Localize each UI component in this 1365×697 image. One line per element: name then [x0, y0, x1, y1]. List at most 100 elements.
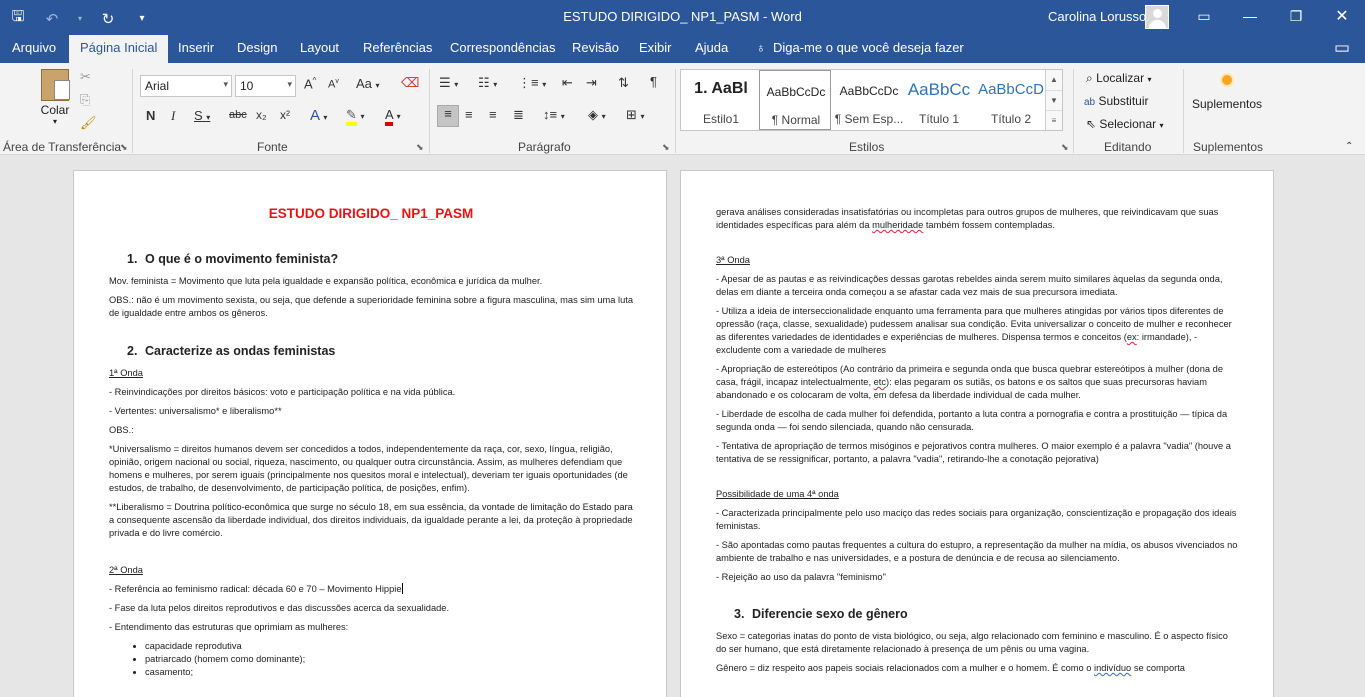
justify-icon[interactable]: ≣ — [513, 107, 524, 123]
tab-design[interactable]: Design — [237, 40, 277, 55]
tab-exibir[interactable]: Exibir — [639, 40, 672, 55]
text-effects-label: A — [310, 107, 320, 124]
style-titulo-2[interactable]: AaBbCcD Título 2 — [975, 70, 1047, 130]
style-preview: AaBbCcDc — [839, 84, 899, 98]
paragraph-launcher-icon[interactable]: ⬊ — [662, 142, 670, 153]
style-name: Estilo1 — [702, 112, 740, 126]
grow-font-button[interactable]: A^ — [304, 76, 316, 91]
styles-gallery: 1. AaBl Estilo1 AaBbCcDc ¶ Normal AaBbCc… — [680, 69, 1063, 131]
tell-me-search[interactable]: ♁ Diga-me o que você deseja fazer — [756, 40, 964, 55]
find-label: Localizar — [1096, 71, 1145, 85]
style-preview: AaBbCcDc — [766, 85, 826, 99]
cursor-icon: ⇖ — [1086, 117, 1097, 131]
document-page-2[interactable]: gerava análises consideradas insatisfató… — [680, 170, 1274, 697]
comments-icon[interactable]: ▭ — [1334, 38, 1350, 58]
find-button[interactable]: ⌕ Localizar ▾ — [1086, 71, 1151, 86]
chevron-down-icon: ▾ — [52, 117, 57, 126]
heading-number: 1. — [127, 252, 138, 266]
search-icon: ⌕ — [1086, 71, 1093, 85]
style-name: ¶ Normal — [771, 113, 821, 127]
minimize-icon[interactable]: — — [1227, 0, 1273, 33]
decrease-indent-icon[interactable]: ⇤ — [562, 75, 573, 91]
replace-button[interactable]: ab Substituir — [1084, 94, 1149, 108]
shrink-font-button[interactable]: Av — [328, 78, 339, 91]
italic-button[interactable]: I — [171, 108, 175, 124]
document-canvas[interactable]: ESTUDO DIRIGIDO_ NP1_PASM 1. O que é o mo… — [0, 155, 1365, 697]
align-right-icon[interactable]: ≡ — [489, 107, 497, 122]
format-painter-icon[interactable]: 🖌 — [80, 115, 97, 131]
paste-button[interactable]: Colar ▾ — [34, 69, 76, 126]
clear-formatting-icon[interactable]: ⌫ — [401, 75, 419, 91]
scroll-up-icon[interactable]: ▲ — [1046, 70, 1062, 90]
paragraph-text: - Referência ao feminismo radical: décad… — [109, 584, 402, 594]
heading-text: Diferencie sexo de gênero — [752, 607, 908, 621]
clipboard-launcher-icon[interactable]: ⬊ — [120, 142, 128, 153]
heading-text: Caracterize as ondas feministas — [145, 344, 336, 358]
align-left-icon[interactable]: ≡ — [437, 105, 459, 127]
numbering-icon[interactable]: ☷ ▾ — [478, 75, 497, 91]
underline-button[interactable]: S ▾ — [194, 108, 210, 123]
change-case-button[interactable]: Aa ▾ — [356, 76, 380, 91]
subscript-button[interactable]: x₂ — [256, 108, 267, 122]
addins-label: Suplementos — [1191, 97, 1263, 111]
tab-referencias[interactable]: Referências — [363, 40, 432, 55]
increase-indent-icon[interactable]: ⇥ — [586, 75, 597, 91]
bullets-icon[interactable]: ☰ ▾ — [439, 75, 458, 91]
font-color-button[interactable]: A ▾ — [385, 107, 401, 126]
font-size-combo[interactable]: 10 ▾ — [235, 75, 296, 97]
font-launcher-icon[interactable]: ⬊ — [416, 142, 424, 153]
style-preview: 1. AaBl — [694, 80, 748, 97]
restore-icon[interactable]: ❐ — [1273, 0, 1319, 33]
copy-icon[interactable]: ⎘ — [80, 92, 90, 108]
select-button[interactable]: ⇖ Selecionar ▾ — [1086, 117, 1163, 131]
tab-arquivo[interactable]: Arquivo — [12, 40, 56, 55]
spelling-error[interactable]: ex — [1127, 332, 1137, 342]
text-effects-button[interactable]: A ▾ — [310, 107, 327, 124]
strikethrough-button[interactable]: abc — [229, 109, 247, 121]
show-marks-icon[interactable]: ¶ — [650, 74, 657, 89]
ribbon-display-options-icon[interactable]: ▭ — [1181, 0, 1227, 33]
style-normal[interactable]: AaBbCcDc ¶ Normal — [759, 70, 831, 130]
tab-revisao[interactable]: Revisão — [572, 40, 619, 55]
spelling-error[interactable]: etc — [874, 377, 886, 387]
paragraph: - Entendimento das estruturas que oprimi… — [109, 622, 349, 632]
subheading-onda4: Possibilidade de uma 4ª onda — [716, 489, 839, 499]
collapse-ribbon-icon[interactable]: ⌃ — [1345, 141, 1353, 152]
borders-icon[interactable]: ⊞ ▾ — [626, 107, 645, 123]
list-item: casamento; — [145, 666, 633, 679]
tab-inserir[interactable]: Inserir — [178, 40, 214, 55]
font-name-combo[interactable]: Arial ▾ — [140, 75, 232, 97]
document-page-1[interactable]: ESTUDO DIRIGIDO_ NP1_PASM 1. O que é o mo… — [73, 170, 667, 697]
shading-icon[interactable]: ◈ ▾ — [588, 107, 606, 123]
line-spacing-icon[interactable]: ↕≡ ▾ — [543, 107, 565, 122]
tab-ajuda[interactable]: Ajuda — [695, 40, 728, 55]
spelling-error[interactable]: mulheridade — [872, 220, 923, 230]
scroll-down-icon[interactable]: ▼ — [1046, 90, 1062, 110]
ribbon-home: Colar ▾ ✂ ⎘ 🖌 Área de Transferência ⬊ Ar… — [0, 63, 1365, 155]
styles-scroll[interactable]: ▲ ▼ ≡ — [1045, 70, 1062, 130]
cut-icon[interactable]: ✂ — [80, 69, 91, 85]
superscript-button[interactable]: x² — [280, 108, 290, 122]
paragraph: OBS.: — [109, 425, 134, 435]
paragraph-group-label: Parágrafo — [518, 140, 571, 154]
tab-layout[interactable]: Layout — [300, 40, 339, 55]
grammar-flag[interactable]: indivíduo — [1094, 663, 1131, 673]
style-estilo1[interactable]: 1. AaBl Estilo1 — [685, 70, 757, 130]
paragraph: - Caracterizada principalmente pelo uso … — [716, 508, 1237, 531]
user-name[interactable]: Carolina Lorusso — [1048, 9, 1146, 24]
align-center-icon[interactable]: ≡ — [465, 107, 473, 122]
change-case-label: Aa — [356, 76, 372, 91]
highlight-color-icon[interactable]: ✎ ▾ — [346, 107, 365, 126]
bold-button[interactable]: N — [146, 108, 155, 123]
styles-launcher-icon[interactable]: ⬊ — [1061, 142, 1069, 153]
style-titulo-1[interactable]: AaBbCc Título 1 — [903, 70, 975, 130]
tab-correspondencias[interactable]: Correspondências — [450, 40, 556, 55]
avatar[interactable] — [1145, 5, 1169, 29]
addins-button[interactable]: Suplementos — [1191, 75, 1263, 111]
style-sem-espacamento[interactable]: AaBbCcDc ¶ Sem Esp... — [833, 70, 905, 130]
tab-pagina-inicial[interactable]: Página Inicial — [69, 35, 169, 63]
sort-icon[interactable]: ⇅ — [618, 75, 629, 91]
close-icon[interactable]: ✕ — [1319, 0, 1365, 33]
more-styles-icon[interactable]: ≡ — [1046, 110, 1062, 130]
multilevel-list-icon[interactable]: ⋮≡ ▾ — [518, 75, 546, 91]
